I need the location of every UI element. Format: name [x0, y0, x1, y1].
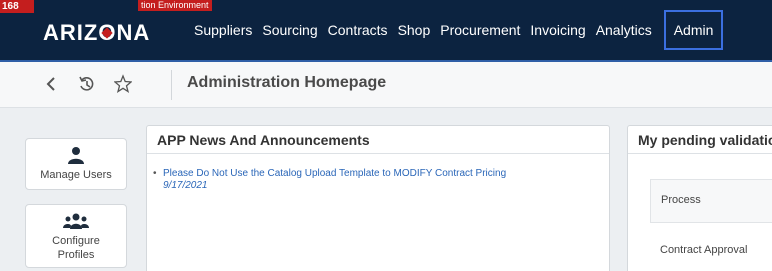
environment-badge: 168 [0, 0, 34, 13]
list-bullet: • [153, 168, 157, 179]
nav-item-invoicing[interactable]: Invoicing [530, 22, 585, 38]
news-list-item: • Please Do Not Use the Catalog Upload T… [153, 168, 543, 192]
chevron-left-icon[interactable] [45, 74, 57, 98]
pending-panel-title: My pending validatio [628, 126, 772, 154]
nav-item-suppliers[interactable]: Suppliers [194, 22, 252, 38]
users-group-icon [63, 212, 89, 230]
process-column-header: Process [650, 179, 772, 223]
pending-validations-panel: My pending validatio Process Contract Ap… [627, 125, 772, 271]
logo-text-part-a: ARIZ [43, 20, 99, 45]
manage-users-label: Manage Users [40, 169, 112, 181]
header-divider [171, 70, 172, 100]
pending-row-process[interactable]: Contract Approval [660, 244, 747, 256]
nav-item-procurement[interactable]: Procurement [440, 22, 520, 38]
logo-text-o: O [98, 20, 117, 45]
configure-profiles-tile[interactable]: Configure Profiles [25, 204, 127, 268]
page-title: Administration Homepage [187, 74, 387, 91]
page-header-bar: Administration Homepage [0, 62, 772, 108]
main-nav-menu: Suppliers Sourcing Contracts Shop Procur… [180, 0, 733, 60]
history-icon[interactable] [78, 74, 96, 98]
news-panel-title: APP News And Announcements [147, 126, 609, 154]
process-header-label: Process [661, 194, 701, 206]
nav-item-admin[interactable]: Admin [663, 10, 724, 50]
nav-item-analytics[interactable]: Analytics [596, 22, 652, 38]
news-item-date: 9/17/2021 [163, 180, 208, 191]
user-icon [67, 146, 85, 164]
star-icon[interactable] [113, 74, 133, 98]
configure-profiles-label-line1: Configure [52, 235, 100, 247]
nav-item-contracts[interactable]: Contracts [328, 22, 388, 38]
logo-text-part-b: NA [116, 20, 151, 45]
manage-users-tile[interactable]: Manage Users [25, 138, 127, 190]
arizona-logo[interactable]: ARIZONA [43, 20, 150, 46]
news-item-link[interactable]: Please Do Not Use the Catalog Upload Tem… [163, 168, 506, 179]
news-announcements-panel: APP News And Announcements • Please Do N… [146, 125, 610, 271]
nav-item-shop[interactable]: Shop [398, 22, 431, 38]
configure-profiles-label-line2: Profiles [57, 249, 95, 261]
top-navigation-bar: 168 tion Environment ARIZONA Suppliers S… [0, 0, 772, 62]
nav-item-sourcing[interactable]: Sourcing [262, 22, 317, 38]
